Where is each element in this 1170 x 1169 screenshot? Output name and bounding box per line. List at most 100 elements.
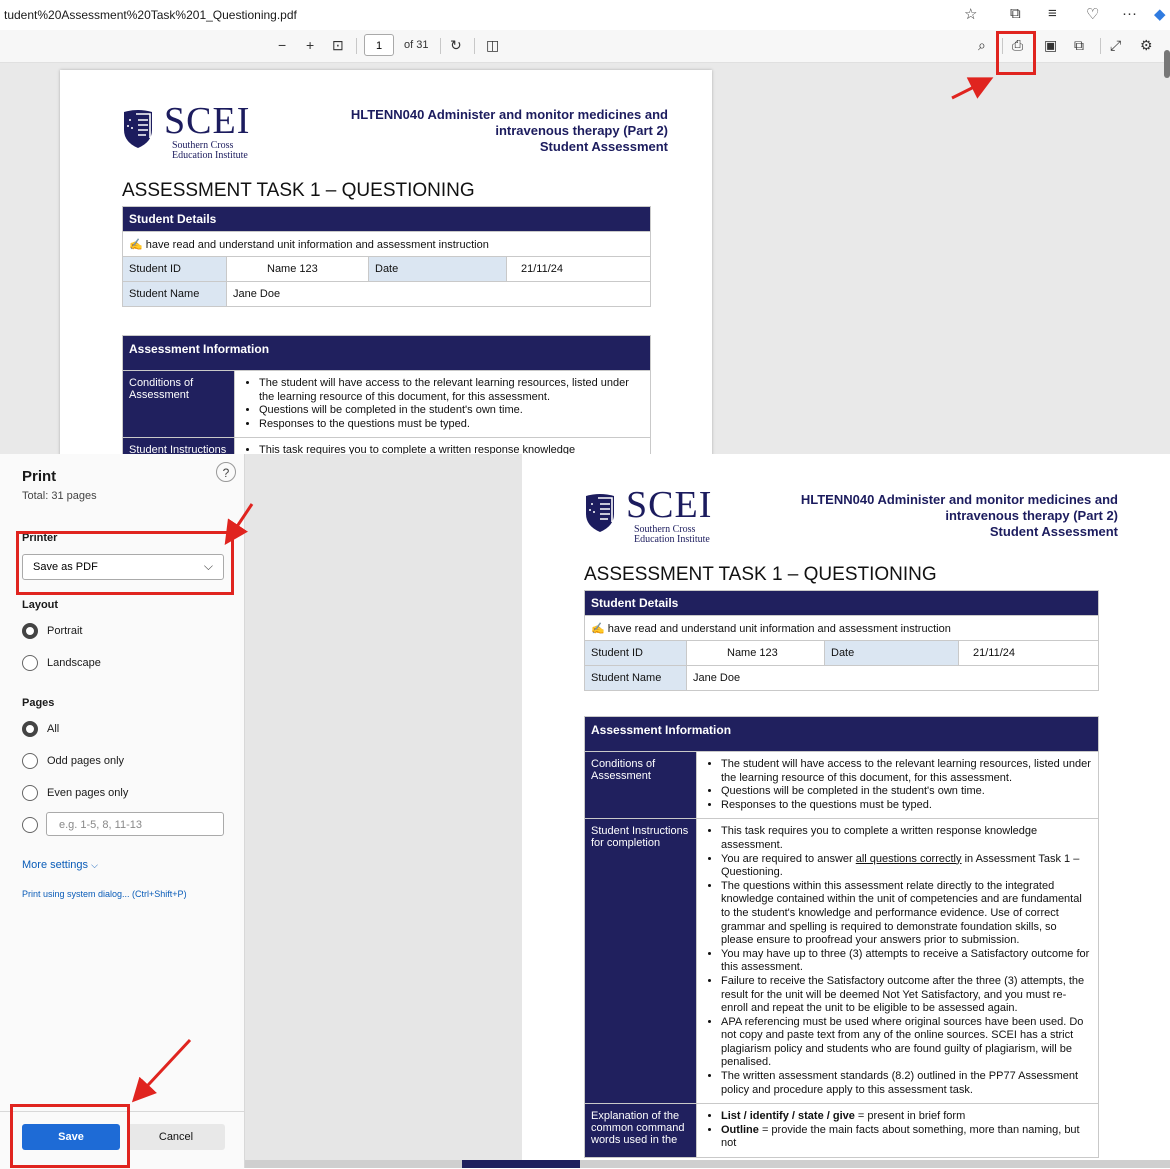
page-range-input[interactable]: e.g. 1-5, 8, 11-13 — [46, 812, 224, 836]
date-label: Date — [824, 640, 959, 666]
fullscreen-icon[interactable]: ⤢ — [1110, 37, 1121, 54]
scei-shield-icon — [586, 494, 614, 532]
radio-all-pages[interactable] — [22, 721, 38, 737]
conditions-label: Conditions of Assessment — [122, 369, 235, 439]
annotation-highlight-box — [16, 531, 234, 595]
instructions-label: Student Instructions for completion — [122, 437, 235, 454]
date-label: Date — [368, 256, 507, 282]
list-item: You may have up to three (3) attempts to… — [721, 948, 1092, 975]
option-label[interactable]: Odd pages only — [47, 755, 124, 767]
option-label[interactable]: Landscape — [47, 657, 101, 669]
annotation-highlight-box — [996, 31, 1036, 75]
list-item: The written assessment standards (8.2) o… — [721, 1070, 1092, 1097]
url-text[interactable]: tudent%20Assessment%20Task%201_Questioni… — [4, 8, 297, 22]
radio-portrait[interactable] — [22, 623, 38, 639]
explanation-label: Explanation of the common command words … — [584, 1103, 697, 1159]
radio-odd-pages[interactable] — [22, 753, 38, 769]
favorite-star-icon[interactable]: ☆ — [964, 5, 977, 23]
header-line: HLTENN040 Administer and monitor medicin… — [800, 492, 1118, 507]
copilot-icon[interactable]: ◆ — [1154, 5, 1166, 23]
fit-page-icon[interactable]: ⊡ — [332, 37, 344, 54]
header-line: intravenous therapy (Part 2) — [945, 508, 1118, 523]
inline-text: = present in brief form — [854, 1110, 966, 1123]
list-item: Responses to the questions must be typed… — [721, 799, 1092, 813]
total-pages: Total: 31 pages — [22, 490, 97, 502]
task-title: ASSESSMENT TASK 1 – QUESTIONING — [122, 180, 475, 201]
more-settings-link[interactable]: More settings ⌵ — [22, 859, 98, 871]
option-label[interactable]: Portrait — [47, 625, 82, 637]
pdf-toolbar: − + ⊡ 1 of 31 ↻ ◫ ⌕ ⎙ ▣ ⧉ ⤢ ⚙ — [0, 30, 1170, 63]
save-icon[interactable]: ▣ — [1044, 37, 1057, 54]
toolbar-divider — [356, 38, 357, 54]
list-item: Questions will be completed in the stude… — [259, 404, 644, 418]
search-icon[interactable]: ⌕ — [978, 37, 986, 54]
logo-subtitle: Education Institute — [634, 534, 710, 545]
inline-text: Outline — [721, 1123, 759, 1136]
help-icon[interactable]: ? — [216, 462, 236, 482]
list-item: Responses to the questions must be typed… — [259, 418, 644, 432]
header-line: Student Assessment — [539, 139, 668, 154]
list-item: You are required to answer all questions… — [721, 853, 1092, 880]
option-label[interactable]: All — [47, 723, 59, 735]
page-number-input[interactable]: 1 — [364, 34, 394, 56]
list-item: Questions will be completed in the stude… — [721, 785, 1092, 799]
scrollbar-thumb[interactable] — [1164, 50, 1170, 78]
student-details-table: Student Details ✍ have read and understa… — [583, 590, 1100, 691]
pdf-page: SCEI Southern Cross Education Institute … — [60, 70, 712, 454]
rotate-icon[interactable]: ↻ — [450, 37, 462, 54]
student-id-value: Name 123 — [226, 256, 369, 282]
settings-icon[interactable]: ⚙ — [1140, 37, 1153, 54]
task-title: ASSESSMENT TASK 1 – QUESTIONING — [584, 564, 937, 585]
inline-text: = provide the main facts about something… — [721, 1123, 1080, 1150]
browser-address-bar: tudent%20Assessment%20Task%201_Questioni… — [0, 0, 1170, 30]
more-menu-icon[interactable]: ··· — [1122, 5, 1137, 22]
page-count: of 31 — [404, 39, 429, 51]
extensions-icon[interactable]: ⧉ — [1010, 5, 1021, 22]
favorites-list-icon[interactable]: ≡ — [1048, 5, 1057, 22]
instructions-label: Student Instructions for completion — [584, 818, 697, 1105]
range-placeholder: e.g. 1-5, 8, 11-13 — [59, 819, 142, 831]
radio-even-pages[interactable] — [22, 785, 38, 801]
list-item: Failure to receive the Satisfactory outc… — [721, 975, 1092, 1016]
instructions-cell: This task requires you to complete a wri… — [695, 818, 1100, 1105]
preview-bottom-edge — [462, 1160, 580, 1168]
preview-bottom-edge — [245, 1160, 1170, 1168]
print-preview-page: SCEI Southern Cross Education Institute … — [522, 454, 1170, 1168]
student-id-label: Student ID — [584, 640, 687, 666]
student-details-table: Student Details ✍ have read and understa… — [121, 206, 652, 307]
option-label[interactable]: Even pages only — [47, 787, 128, 799]
cancel-button[interactable]: Cancel — [127, 1124, 225, 1150]
print-preview-background — [245, 454, 522, 1168]
radio-custom-pages[interactable] — [22, 817, 38, 833]
list-item: Outline = provide the main facts about s… — [721, 1124, 1092, 1151]
date-value: 21/11/24 — [505, 256, 652, 282]
save-as-icon[interactable]: ⧉ — [1074, 37, 1084, 54]
student-name-label: Student Name — [584, 665, 687, 691]
assessment-info-header: Assessment Information — [583, 716, 1100, 752]
declaration-row: ✍ have read and understand unit informat… — [121, 231, 652, 257]
zoom-out-button[interactable]: − — [278, 37, 286, 53]
assessment-info-table: Assessment Information Conditions of Ass… — [583, 716, 1100, 1159]
declaration-text: have read and understand unit informatio… — [607, 622, 951, 635]
pdf-viewer-window: tudent%20Assessment%20Task%201_Questioni… — [0, 0, 1170, 454]
zoom-in-button[interactable]: + — [306, 37, 314, 53]
student-name-label: Student Name — [122, 281, 227, 307]
conditions-cell: The student will have access to the rele… — [233, 369, 652, 439]
student-id-value: Name 123 — [686, 640, 825, 666]
radio-landscape[interactable] — [22, 655, 38, 671]
list-item: The student will have access to the rele… — [259, 377, 644, 404]
declaration-row: ✍ have read and understand unit informat… — [583, 615, 1100, 641]
system-dialog-link[interactable]: Print using system dialog... (Ctrl+Shift… — [22, 889, 187, 899]
header-line: HLTENN040 Administer and monitor medicin… — [350, 107, 668, 122]
list-item: APA referencing must be used where origi… — [721, 1016, 1092, 1070]
page-view-icon[interactable]: ◫ — [486, 37, 499, 54]
toolbar-divider — [1100, 38, 1101, 54]
explanation-cell: List / identify / state / give = present… — [695, 1103, 1100, 1159]
inline-text: all questions correctly — [855, 852, 962, 865]
toolbar-divider — [440, 38, 441, 54]
toolbar-divider — [474, 38, 475, 54]
browser-essentials-icon[interactable]: ♡ — [1086, 5, 1099, 23]
list-item: The student will have access to the rele… — [721, 758, 1092, 785]
inline-text: List / identify / state / give — [721, 1110, 855, 1123]
student-details-header: Student Details — [121, 206, 652, 232]
